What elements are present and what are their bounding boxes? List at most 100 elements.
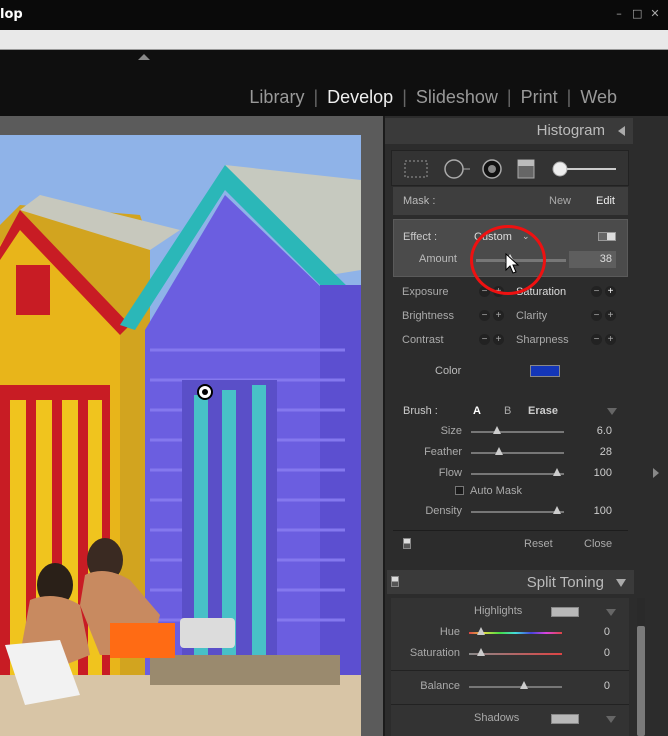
hue-value[interactable]: 0 bbox=[604, 626, 610, 638]
plus-icon[interactable]: + bbox=[493, 310, 504, 321]
size-value[interactable]: 6.0 bbox=[597, 425, 612, 437]
reset-button[interactable]: Reset bbox=[524, 538, 553, 550]
size-slider-row: Size 6.0 bbox=[393, 422, 628, 442]
graduated-filter-icon[interactable] bbox=[514, 158, 538, 180]
color-swatch[interactable] bbox=[530, 365, 560, 377]
panel-scrollbar[interactable] bbox=[637, 598, 645, 736]
close-button[interactable]: Close bbox=[584, 538, 612, 550]
scrollbar-thumb[interactable] bbox=[637, 626, 645, 736]
spot-removal-icon[interactable] bbox=[442, 158, 472, 180]
minus-icon[interactable]: − bbox=[479, 310, 490, 321]
shadows-swatch[interactable] bbox=[551, 714, 579, 724]
brush-section: Brush : A B Erase Size 6.0 Feather 28 Fl… bbox=[393, 400, 628, 528]
split-toning-header[interactable]: Split Toning bbox=[387, 570, 634, 594]
density-slider-thumb[interactable] bbox=[553, 506, 561, 514]
balance-slider-thumb[interactable] bbox=[520, 681, 528, 689]
brush-erase-button[interactable]: Erase bbox=[528, 405, 558, 417]
window-title: lop bbox=[0, 7, 23, 22]
hue-slider-row: Hue 0 bbox=[391, 623, 626, 643]
balance-value[interactable]: 0 bbox=[604, 680, 610, 692]
highlights-label: Highlights bbox=[474, 605, 523, 617]
brush-b-button[interactable]: B bbox=[504, 405, 511, 417]
flow-value[interactable]: 100 bbox=[594, 467, 612, 479]
color-row: Color bbox=[393, 357, 628, 391]
hue-label: Hue bbox=[439, 626, 460, 638]
checkbox-icon[interactable] bbox=[455, 486, 464, 495]
flow-label: Flow bbox=[438, 467, 462, 479]
saturation-slider-thumb[interactable] bbox=[477, 648, 485, 656]
balance-slider-track[interactable] bbox=[469, 686, 562, 688]
minus-icon[interactable]: − bbox=[591, 286, 602, 297]
adjust-contrast: Contrast − + bbox=[393, 329, 510, 351]
amount-label: Amount bbox=[419, 253, 457, 265]
flow-slider-row: Flow 100 bbox=[393, 464, 628, 484]
crop-overlay-icon[interactable] bbox=[402, 158, 430, 180]
collapse-brush-icon[interactable] bbox=[607, 408, 617, 415]
hue-slider-thumb[interactable] bbox=[477, 627, 485, 635]
expand-histogram-icon[interactable] bbox=[618, 126, 625, 136]
minus-icon[interactable]: − bbox=[591, 310, 602, 321]
feather-slider-row: Feather 28 bbox=[393, 443, 628, 463]
plus-icon[interactable]: + bbox=[605, 334, 616, 345]
menu-bar bbox=[0, 30, 668, 50]
mask-new-button[interactable]: New bbox=[549, 195, 571, 207]
panel-switch-icon[interactable] bbox=[403, 538, 411, 549]
feather-slider-track[interactable] bbox=[471, 452, 564, 454]
feather-slider-thumb[interactable] bbox=[495, 447, 503, 455]
effect-toggle-icon[interactable] bbox=[598, 232, 616, 241]
highlights-swatch[interactable] bbox=[551, 607, 579, 617]
feather-value[interactable]: 28 bbox=[600, 446, 612, 458]
expand-right-panel-icon[interactable] bbox=[653, 468, 659, 478]
shadows-dropdown-icon[interactable] bbox=[606, 716, 616, 723]
module-develop[interactable]: Develop bbox=[318, 87, 402, 108]
density-label: Density bbox=[425, 505, 462, 517]
feather-label: Feather bbox=[424, 446, 462, 458]
minus-icon[interactable]: − bbox=[479, 334, 490, 345]
window-controls: – □ ✕ bbox=[614, 7, 660, 20]
size-slider-thumb[interactable] bbox=[493, 426, 501, 434]
module-print[interactable]: Print bbox=[512, 87, 567, 108]
minimize-button[interactable]: – bbox=[614, 7, 624, 20]
size-slider-track[interactable] bbox=[471, 431, 564, 433]
density-slider-track[interactable] bbox=[471, 511, 564, 513]
collapse-split-toning-icon[interactable] bbox=[616, 579, 626, 587]
module-web[interactable]: Web bbox=[571, 87, 626, 108]
red-eye-icon[interactable] bbox=[480, 158, 504, 180]
saturation-value[interactable]: 0 bbox=[604, 647, 610, 659]
flow-slider-track[interactable] bbox=[471, 473, 564, 475]
adjust-brightness: Brightness − + bbox=[393, 305, 510, 327]
flow-slider-thumb[interactable] bbox=[553, 468, 561, 476]
mask-edit-button[interactable]: Edit bbox=[596, 195, 615, 207]
collapse-top-panel-icon[interactable] bbox=[138, 54, 150, 60]
sharpness-label: Sharpness bbox=[516, 334, 569, 346]
brush-a-button[interactable]: A bbox=[473, 405, 481, 417]
automask-checkbox[interactable]: Auto Mask bbox=[455, 485, 522, 497]
minus-icon[interactable]: − bbox=[591, 334, 602, 345]
highlights-dropdown-icon[interactable] bbox=[606, 609, 616, 616]
density-value[interactable]: 100 bbox=[594, 505, 612, 517]
maximize-button[interactable]: □ bbox=[632, 7, 642, 20]
effect-label: Effect : bbox=[403, 231, 438, 243]
split-toning-panel: Highlights Hue 0 Saturation 0 Balance 0 … bbox=[391, 598, 629, 736]
panel-switch-icon[interactable] bbox=[391, 576, 399, 587]
histogram-label: Histogram bbox=[536, 122, 605, 139]
close-window-button[interactable]: ✕ bbox=[650, 7, 660, 20]
module-slideshow[interactable]: Slideshow bbox=[407, 87, 507, 108]
mask-row: Mask : New Edit bbox=[393, 187, 628, 215]
histogram-panel-header[interactable]: Histogram bbox=[385, 118, 633, 144]
title-bar: lop – □ ✕ bbox=[0, 0, 668, 30]
shadows-label: Shadows bbox=[474, 712, 520, 724]
plus-icon[interactable]: + bbox=[493, 334, 504, 345]
photo-preview[interactable] bbox=[0, 135, 361, 736]
adjustment-brush-icon[interactable] bbox=[550, 158, 620, 180]
saturation-slider-row: Saturation 0 bbox=[391, 644, 626, 664]
automask-label: Auto Mask bbox=[470, 485, 522, 497]
module-picker: Library | Develop | Slideshow | Print | … bbox=[240, 87, 626, 108]
plus-icon[interactable]: + bbox=[605, 310, 616, 321]
amount-value-field[interactable]: 38 bbox=[569, 251, 616, 268]
module-library[interactable]: Library bbox=[240, 87, 313, 108]
plus-icon[interactable]: + bbox=[605, 286, 616, 297]
exposure-label: Exposure bbox=[402, 286, 449, 298]
adjust-sharpness: Sharpness − + bbox=[507, 329, 624, 351]
mouse-cursor-icon bbox=[505, 253, 520, 274]
